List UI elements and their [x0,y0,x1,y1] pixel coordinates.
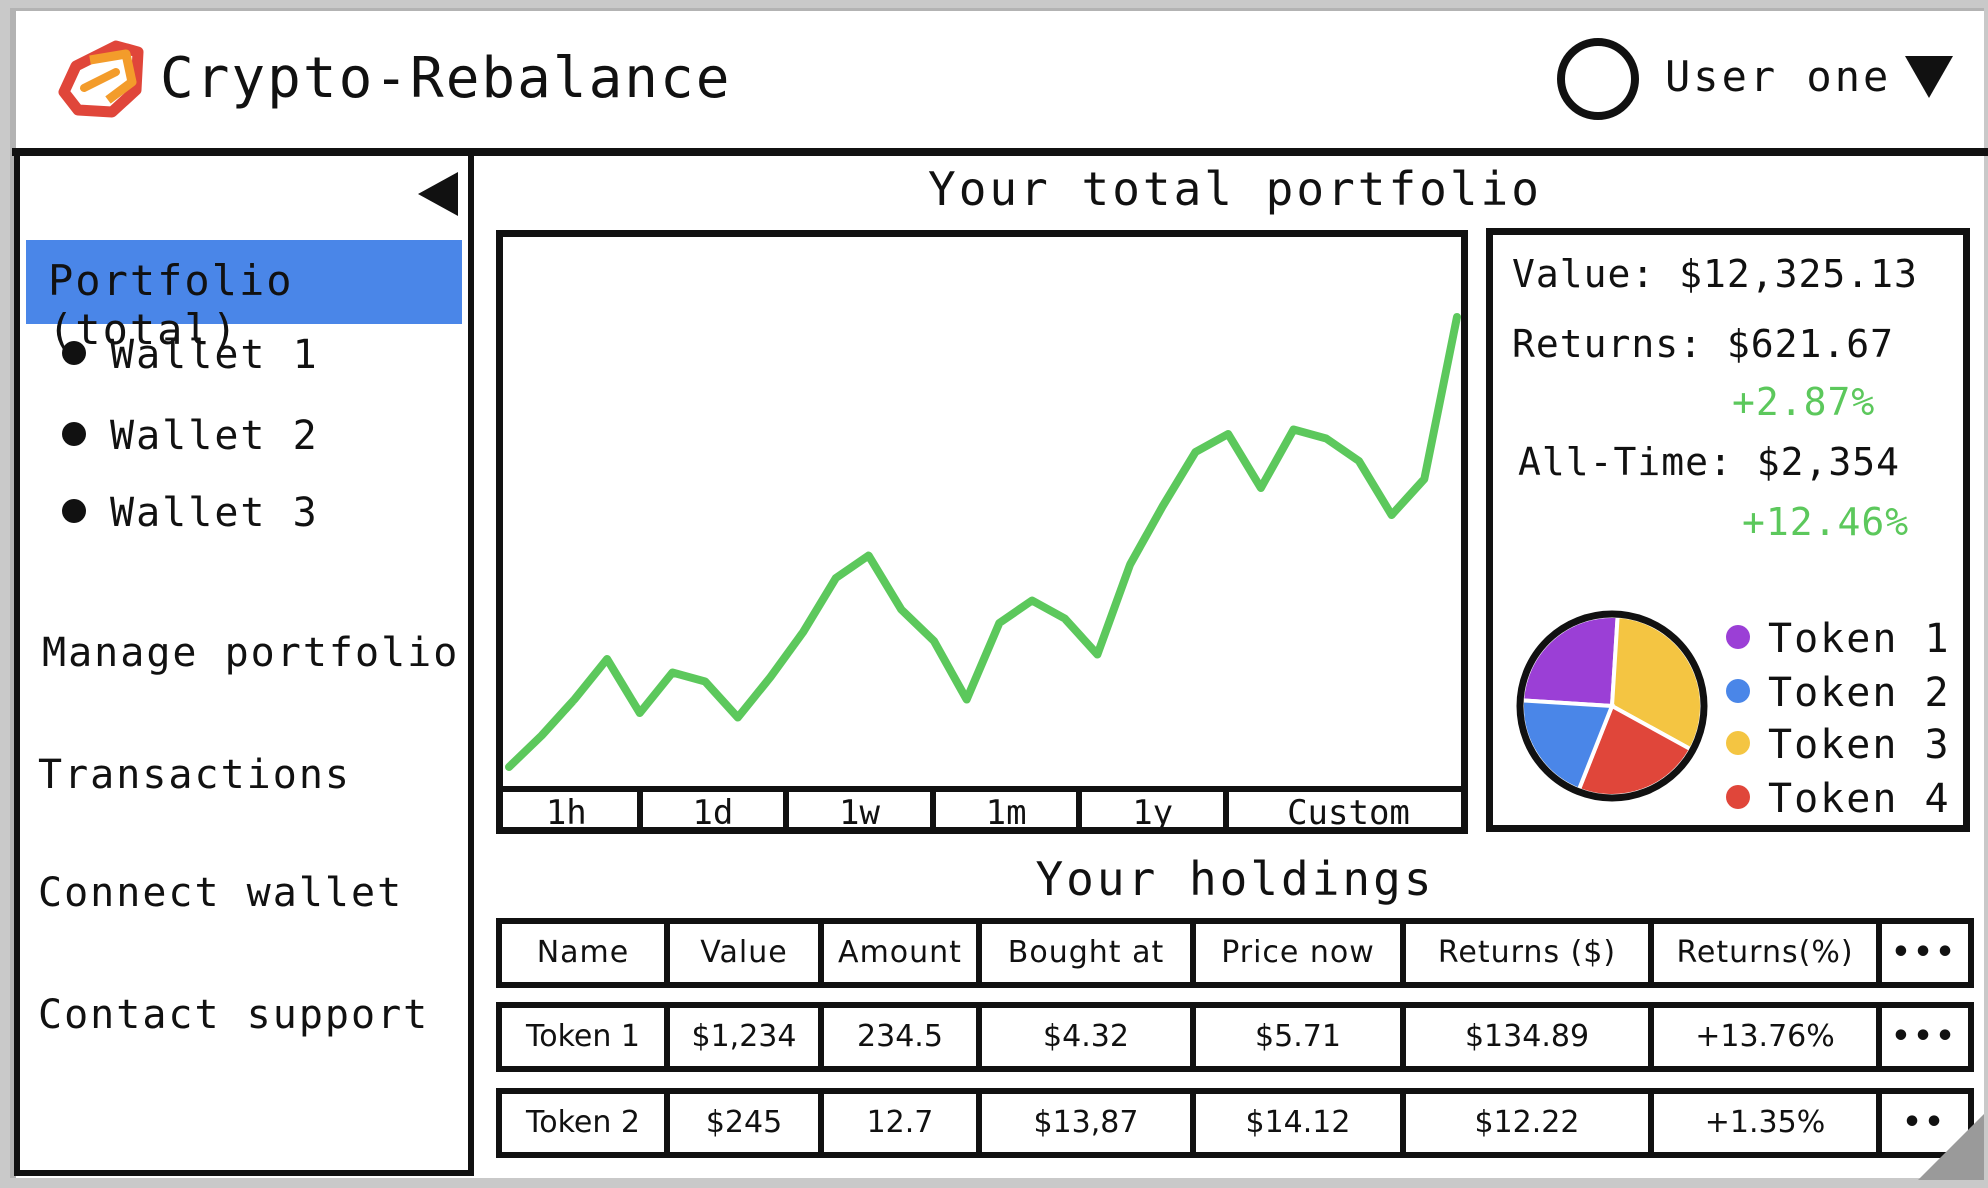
token-allocation-pie-chart [1516,610,1708,802]
sidebar-item-contact-support[interactable]: Contact support [38,992,429,1038]
returns-percent: +2.87% [1732,380,1876,424]
row-options-icon[interactable]: ••• [1882,1008,1968,1066]
cell-returns-usd: $12.22 [1406,1094,1654,1152]
range-1m-button[interactable]: 1m [936,792,1083,834]
sidebar-item-wallet-1[interactable]: Wallet 1 [62,332,319,378]
user-avatar[interactable] [1557,38,1639,120]
collapse-sidebar-icon[interactable] [418,172,458,216]
legend-token-3: Token 3 [1726,722,1951,768]
cell-returns-usd: $134.89 [1406,1008,1654,1066]
column-options-icon[interactable]: ••• [1882,924,1968,982]
sidebar-item-wallet-3[interactable]: Wallet 3 [62,490,319,536]
column-header-price-now[interactable]: Price now [1196,924,1406,982]
range-1w-button[interactable]: 1w [789,792,936,834]
cell-returns-percent: +13.76% [1654,1008,1882,1066]
app-logo-icon [58,40,144,118]
user-menu-caret-icon[interactable] [1905,56,1953,98]
legend-token-4: Token 4 [1726,776,1951,822]
cell-name: Token 1 [502,1008,670,1066]
sidebar-item-portfolio-total[interactable]: Portfolio (total) [26,240,462,354]
sidebar-item-wallet-2[interactable]: Wallet 2 [62,413,319,459]
resize-handle-icon[interactable] [1918,1114,1984,1180]
column-header-returns-usd[interactable]: Returns ($) [1406,924,1654,982]
token-2-color-swatch [1726,679,1750,703]
token-4-color-swatch [1726,785,1750,809]
cell-price-now: $5.71 [1196,1008,1406,1066]
cell-value: $1,234 [670,1008,824,1066]
sidebar-item-manage-portfolio[interactable]: Manage portfolio [42,630,459,676]
holdings-header-row: Name Value Amount Bought at Price now Re… [496,918,1974,988]
all-time-returns: All-Time: $2,354 [1518,440,1901,484]
all-time-percent: +12.46% [1742,500,1910,544]
column-header-returns-percent[interactable]: Returns(%) [1654,924,1882,982]
cell-amount: 234.5 [824,1008,982,1066]
cell-returns-percent: +1.35% [1654,1094,1882,1152]
column-header-value[interactable]: Value [670,924,824,982]
legend-token-1: Token 1 [1726,616,1951,662]
column-header-amount[interactable]: Amount [824,924,982,982]
app-title: Crypto-Rebalance [160,46,732,111]
total-value: Value: $12,325.13 [1512,252,1918,296]
portfolio-chart [496,230,1468,834]
cell-bought-at: $4.32 [982,1008,1196,1066]
token-1-color-swatch [1726,625,1750,649]
cell-name: Token 2 [502,1094,670,1152]
user-name[interactable]: User one [1665,52,1891,101]
range-custom-button[interactable]: Custom [1229,792,1468,834]
portfolio-line-chart [505,313,1461,771]
bullet-icon [62,341,86,365]
portfolio-title: Your total portfolio [928,162,1542,216]
range-1y-button[interactable]: 1y [1082,792,1229,834]
range-1h-button[interactable]: 1h [496,792,643,834]
holdings-title: Your holdings [1035,852,1435,906]
table-row[interactable]: Token 1 $1,234 234.5 $4.32 $5.71 $134.89… [496,1002,1974,1072]
column-header-bought-at[interactable]: Bought at [982,924,1196,982]
cell-price-now: $14.12 [1196,1094,1406,1152]
token-3-color-swatch [1726,731,1750,755]
legend-token-2: Token 2 [1726,670,1951,716]
sidebar-item-transactions[interactable]: Transactions [38,752,351,798]
cell-amount: 12.7 [824,1094,982,1152]
bullet-icon [62,422,86,446]
range-1d-button[interactable]: 1d [643,792,790,834]
time-range-selector: 1h 1d 1w 1m 1y Custom [496,786,1468,834]
total-returns: Returns: $621.67 [1512,322,1895,366]
table-row[interactable]: Token 2 $245 12.7 $13,87 $14.12 $12.22 +… [496,1088,1974,1158]
cell-value: $245 [670,1094,824,1152]
sidebar-item-connect-wallet[interactable]: Connect wallet [38,870,403,916]
column-header-name[interactable]: Name [502,924,670,982]
cell-bought-at: $13,87 [982,1094,1196,1152]
portfolio-value-line [505,313,1461,771]
pie-slice-token-1 [1520,614,1620,709]
bullet-icon [62,499,86,523]
